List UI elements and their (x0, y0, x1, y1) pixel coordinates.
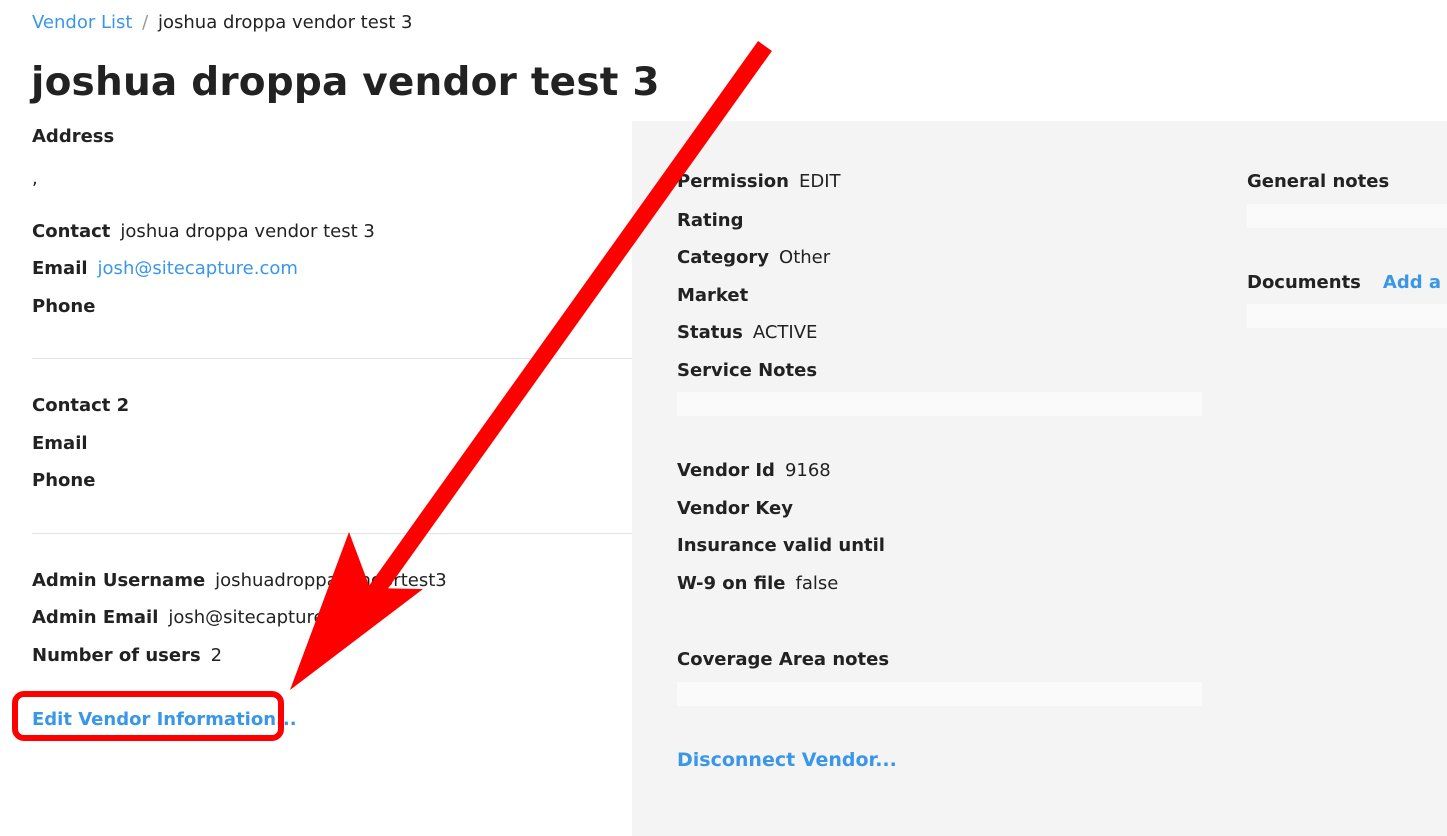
divider (32, 533, 632, 534)
documents-field (1247, 304, 1447, 328)
rating-label: Rating (677, 210, 744, 231)
service-notes-field[interactable] (677, 392, 1202, 416)
phone-row: Phone (32, 296, 105, 317)
service-notes-row: Service Notes (677, 360, 827, 381)
admin-email-row: Admin Email josh@sitecapture.com (32, 607, 369, 628)
breadcrumb-vendor-list-link[interactable]: Vendor List (32, 12, 132, 33)
permission-value: EDIT (798, 171, 841, 192)
breadcrumb: Vendor List / joshua droppa vendor test … (32, 12, 412, 33)
contact2-phone-label: Phone (32, 470, 96, 491)
insurance-label: Insurance valid until (677, 535, 885, 556)
documents-row: Documents Add a d (1247, 272, 1447, 293)
admin-email-value: josh@sitecapture.com (168, 607, 369, 628)
rating-row: Rating (677, 210, 753, 231)
admin-email-label: Admin Email (32, 607, 159, 628)
vendor-id-row: Vendor Id 9168 (677, 460, 831, 481)
general-notes-field[interactable] (1247, 204, 1447, 228)
general-notes-label: General notes (1247, 171, 1390, 192)
contact-value: joshua droppa vendor test 3 (120, 221, 375, 242)
vendor-key-row: Vendor Key (677, 498, 803, 519)
add-document-link[interactable]: Add a d (1383, 272, 1447, 293)
email-row: Email josh@sitecapture.com (32, 258, 298, 279)
permission-label: Permission (677, 171, 789, 192)
number-of-users-label: Number of users (32, 645, 201, 666)
permission-row: Permission EDIT (677, 171, 841, 192)
category-row: Category Other (677, 247, 830, 268)
contact2-phone-row: Phone (32, 470, 105, 491)
service-notes-label: Service Notes (677, 360, 818, 381)
page-title: joshua droppa vendor test 3 (31, 60, 660, 105)
coverage-notes-field[interactable] (677, 682, 1202, 706)
number-of-users-value: 2 (210, 645, 223, 666)
coverage-notes-label: Coverage Area notes (677, 649, 890, 670)
contact-label: Contact (32, 221, 111, 242)
breadcrumb-separator: / (142, 12, 149, 33)
address-row: Address (32, 126, 124, 147)
documents-label: Documents (1247, 272, 1361, 293)
breadcrumb-current: joshua droppa vendor test 3 (157, 12, 413, 33)
status-label: Status (677, 322, 743, 343)
market-label: Market (677, 285, 749, 306)
annotation-highlight-box (12, 691, 284, 741)
w9-row: W-9 on file false (677, 573, 838, 594)
general-notes-row: General notes (1247, 171, 1399, 192)
contact2-email-row: Email (32, 433, 98, 454)
vendor-key-label: Vendor Key (677, 498, 793, 519)
admin-username-value: joshuadroppavendortest3 (215, 570, 447, 591)
email-label: Email (32, 258, 88, 279)
contact2-label: Contact 2 (32, 395, 130, 416)
admin-username-label: Admin Username (32, 570, 206, 591)
coverage-notes-row: Coverage Area notes (677, 649, 899, 670)
vendor-details-panel: Permission EDIT Rating Category Other Mark… (632, 121, 1447, 836)
number-of-users-row: Number of users 2 (32, 645, 222, 666)
disconnect-row: Disconnect Vendor... (677, 749, 897, 771)
disconnect-vendor-link[interactable]: Disconnect Vendor... (677, 749, 897, 771)
divider (32, 358, 632, 359)
contact-row: Contact joshua droppa vendor test 3 (32, 221, 375, 242)
category-value: Other (779, 247, 831, 268)
admin-username-row: Admin Username joshuadroppavendortest3 (32, 570, 447, 591)
vendor-id-value: 9168 (784, 460, 831, 481)
status-value: ACTIVE (752, 322, 818, 343)
category-label: Category (677, 247, 770, 268)
market-row: Market (677, 285, 758, 306)
vendor-id-label: Vendor Id (677, 460, 775, 481)
contact2-email-label: Email (32, 433, 88, 454)
w9-label: W-9 on file (677, 573, 786, 594)
address-label: Address (32, 126, 115, 147)
insurance-row: Insurance valid until (677, 535, 895, 556)
w9-value: false (795, 573, 839, 594)
address-value: , (32, 168, 38, 189)
phone-label: Phone (32, 296, 96, 317)
status-row: Status ACTIVE (677, 322, 817, 343)
contact2-row: Contact 2 (32, 395, 139, 416)
email-link[interactable]: josh@sitecapture.com (98, 258, 298, 279)
